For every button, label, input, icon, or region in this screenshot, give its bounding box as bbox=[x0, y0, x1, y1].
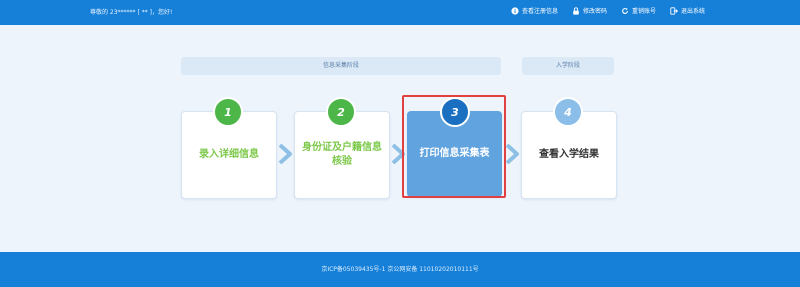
nav-label-logout: 退出系统 bbox=[680, 8, 705, 15]
step-label: 身份证及户籍信息核验 bbox=[302, 142, 382, 167]
logout-icon bbox=[670, 6, 678, 15]
step-label: 录入详细信息 bbox=[199, 149, 259, 160]
refresh-icon bbox=[622, 7, 628, 14]
current-step-highlight bbox=[402, 95, 506, 198]
logout-link[interactable]: 退出系统 bbox=[670, 6, 705, 15]
footer: 京ICP备05039435号-1 京公网安备 11010202010111号 bbox=[0, 252, 800, 287]
chevron-right-icon bbox=[278, 144, 292, 164]
stage-info-collection: 信息采集阶段 bbox=[181, 57, 501, 75]
stage-enrollment: 入学阶段 bbox=[522, 57, 614, 75]
top-nav: 查看注册信息 修改密码 重销账号 退出系统 bbox=[511, 6, 705, 15]
info-icon bbox=[511, 6, 519, 15]
step-label: 查看入学结果 bbox=[539, 149, 599, 160]
footer-text: 京ICP备05039435号-1 京公网安备 11010202010111号 bbox=[321, 266, 479, 273]
nav-label-view-registration: 查看注册信息 bbox=[521, 8, 558, 15]
nav-label-change-password: 修改密码 bbox=[582, 8, 607, 15]
lock-icon bbox=[573, 6, 579, 15]
cancel-account-link[interactable]: 重销账号 bbox=[621, 6, 656, 15]
change-password-link[interactable]: 修改密码 bbox=[572, 6, 607, 15]
step-number-badge: 2 bbox=[326, 97, 356, 127]
step-number-badge: 4 bbox=[553, 97, 583, 127]
top-bar: 尊敬的 23****** [ ** ]，您好! 查看注册信息 修改密码 重销账号… bbox=[0, 0, 800, 25]
nav-label-cancel-account: 重销账号 bbox=[631, 8, 656, 15]
user-greeting: 尊敬的 23****** [ ** ]，您好! bbox=[90, 9, 173, 16]
chevron-right-icon bbox=[505, 144, 519, 164]
view-registration-link[interactable]: 查看注册信息 bbox=[511, 6, 558, 15]
step-number-badge: 1 bbox=[213, 97, 243, 127]
